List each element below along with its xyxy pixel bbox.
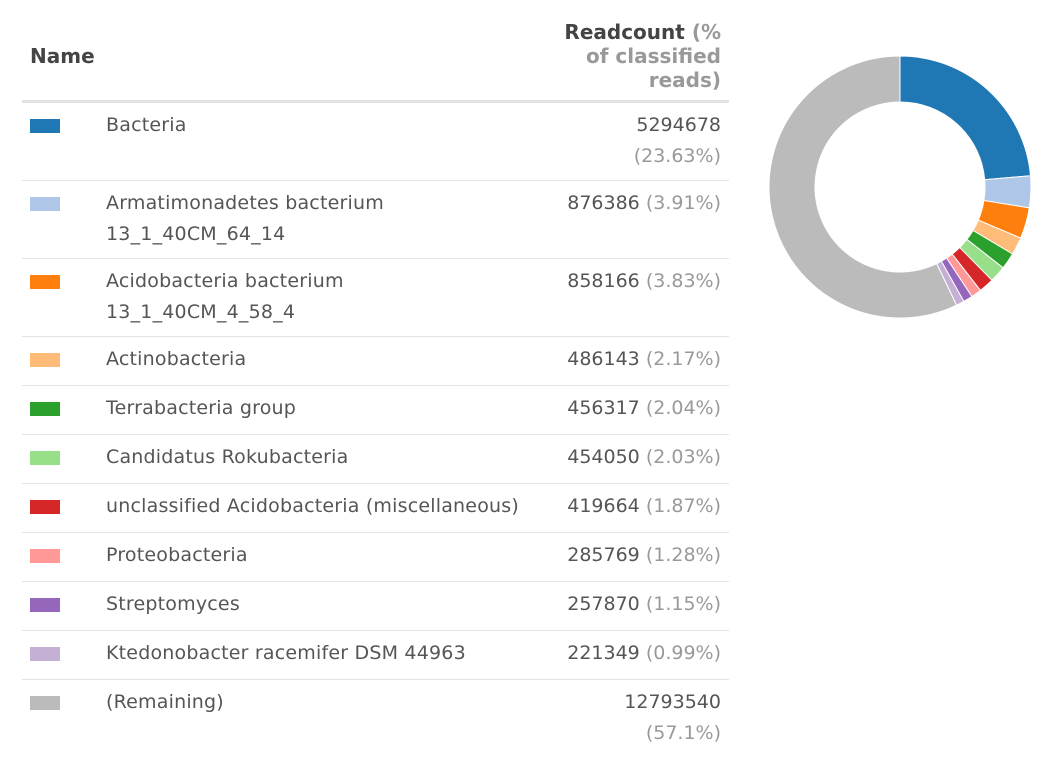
- color-swatch: [30, 402, 60, 416]
- name-column-header: Name: [22, 14, 534, 102]
- swatch-cell: [22, 680, 98, 757]
- taxon-name: unclassified Acidobacteria (miscellaneou…: [98, 484, 534, 533]
- readcount: 221349: [567, 642, 640, 664]
- swatch-cell: [22, 337, 98, 386]
- readcount: 486143: [567, 348, 640, 370]
- color-swatch: [30, 197, 60, 211]
- taxon-name: Proteobacteria: [98, 533, 534, 582]
- color-swatch: [30, 696, 60, 710]
- readcount-cell: 257870 (1.15%): [534, 582, 729, 631]
- color-swatch: [30, 549, 60, 563]
- readcount: 454050: [567, 446, 640, 468]
- readcount-cell: 221349 (0.99%): [534, 631, 729, 680]
- color-swatch: [30, 451, 60, 465]
- percentage: (0.99%): [646, 642, 721, 664]
- swatch-cell: [22, 259, 98, 337]
- table-row: Armatimonadetes bacterium13_1_40CM_64_14…: [22, 181, 729, 259]
- taxon-name: (Remaining): [98, 680, 534, 757]
- percentage: (57.1%): [646, 722, 721, 744]
- taxon-name: Acidobacteria bacterium13_1_40CM_4_58_4: [98, 259, 534, 337]
- donut-chart: [760, 47, 1040, 327]
- swatch-cell: [22, 102, 98, 181]
- percentage: (1.28%): [646, 544, 721, 566]
- taxon-name: Armatimonadetes bacterium13_1_40CM_64_14: [98, 181, 534, 259]
- readcount: 876386: [567, 192, 640, 214]
- readcount-column-header: Readcount (% of classified reads): [534, 14, 729, 102]
- swatch-cell: [22, 484, 98, 533]
- readcount: 456317: [567, 397, 640, 419]
- readcount: 5294678: [636, 114, 721, 136]
- table-row: Proteobacteria 285769 (1.28%): [22, 533, 729, 582]
- taxon-name: Ktedonobacter racemifer DSM 44963: [98, 631, 534, 680]
- readcount: 257870: [567, 593, 640, 615]
- table-row: Terrabacteria group 456317 (2.04%): [22, 386, 729, 435]
- taxon-name: Terrabacteria group: [98, 386, 534, 435]
- percentage: (3.91%): [646, 192, 721, 214]
- table-row: Actinobacteria 486143 (2.17%): [22, 337, 729, 386]
- readcount-cell: 456317 (2.04%): [534, 386, 729, 435]
- swatch-cell: [22, 631, 98, 680]
- color-swatch: [30, 353, 60, 367]
- color-swatch: [30, 647, 60, 661]
- readcount-cell: 419664 (1.87%): [534, 484, 729, 533]
- table-row: Bacteria 5294678 (23.63%): [22, 102, 729, 181]
- table-row: Streptomyces 257870 (1.15%): [22, 582, 729, 631]
- readcount-cell: 858166 (3.83%): [534, 259, 729, 337]
- table-row: Acidobacteria bacterium13_1_40CM_4_58_4 …: [22, 259, 729, 337]
- taxon-name: Streptomyces: [98, 582, 534, 631]
- swatch-cell: [22, 582, 98, 631]
- color-swatch: [30, 500, 60, 514]
- readcount: 858166: [567, 270, 640, 292]
- readcount: 12793540: [624, 691, 721, 713]
- percentage: (2.04%): [646, 397, 721, 419]
- color-swatch: [30, 598, 60, 612]
- readcount-label: Readcount: [564, 20, 684, 44]
- percentage: (2.17%): [646, 348, 721, 370]
- table-row: unclassified Acidobacteria (miscellaneou…: [22, 484, 729, 533]
- taxon-name: Actinobacteria: [98, 337, 534, 386]
- readcount: 285769: [567, 544, 640, 566]
- table-row: Ktedonobacter racemifer DSM 44963 221349…: [22, 631, 729, 680]
- swatch-cell: [22, 386, 98, 435]
- taxon-name: Bacteria: [98, 102, 534, 181]
- readcount-cell: 486143 (2.17%): [534, 337, 729, 386]
- readcount-cell: 285769 (1.28%): [534, 533, 729, 582]
- readcount-cell: 876386 (3.91%): [534, 181, 729, 259]
- readcount: 419664: [567, 495, 640, 517]
- table-row: Candidatus Rokubacteria 454050 (2.03%): [22, 435, 729, 484]
- color-swatch: [30, 119, 60, 133]
- table-row: (Remaining) 12793540 (57.1%): [22, 680, 729, 757]
- donut-slice-0[interactable]: [900, 56, 1031, 180]
- readcount-cell: 5294678 (23.63%): [534, 102, 729, 181]
- swatch-cell: [22, 533, 98, 582]
- table-header: Name Readcount (% of classified reads): [22, 14, 729, 102]
- percentage: (23.63%): [634, 145, 721, 167]
- readcount-cell: 12793540 (57.1%): [534, 680, 729, 757]
- swatch-cell: [22, 181, 98, 259]
- readcount-cell: 454050 (2.03%): [534, 435, 729, 484]
- swatch-cell: [22, 435, 98, 484]
- percentage: (2.03%): [646, 446, 721, 468]
- taxa-table: Name Readcount (% of classified reads) B…: [22, 14, 729, 757]
- percentage: (1.87%): [646, 495, 721, 517]
- taxon-name: Candidatus Rokubacteria: [98, 435, 534, 484]
- percentage: (1.15%): [646, 593, 721, 615]
- color-swatch: [30, 275, 60, 289]
- percentage: (3.83%): [646, 270, 721, 292]
